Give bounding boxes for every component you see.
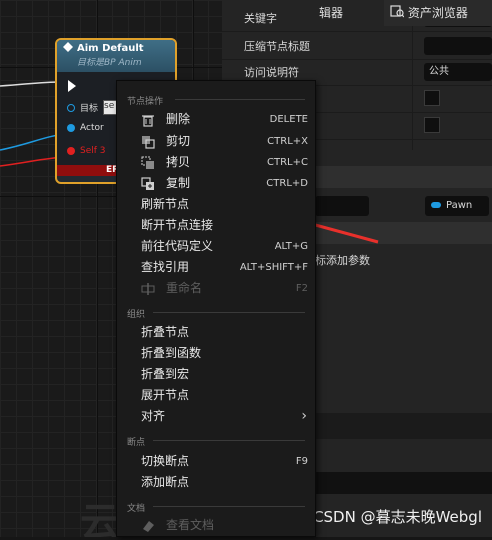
section-organize: 组织	[127, 310, 146, 320]
duplicate-icon	[141, 177, 155, 191]
tab-asset-browser-label: 资产浏览器	[407, 6, 468, 20]
menu-item-align[interactable]: 对齐 ›	[117, 406, 315, 427]
menu-item-shortcut: CTRL+C	[267, 157, 308, 168]
copy-icon	[141, 156, 155, 170]
menu-item-find-references[interactable]: 查找引用 ALT+SHIFT+F	[117, 257, 315, 278]
watermark-text: CSDN @暮志未晚Webgl	[313, 508, 482, 526]
menu-item-shortcut: F2	[295, 283, 308, 294]
menu-item-add-breakpoint[interactable]: 添加断点	[117, 472, 315, 493]
menu-item-label: 重命名	[166, 281, 203, 295]
menu-item-expand-node[interactable]: 展开节点	[117, 385, 315, 406]
option-checkbox[interactable]	[424, 90, 440, 106]
compact-title-label: 压缩节点标题	[244, 40, 310, 53]
menu-item-delete[interactable]: 删除 DELETE	[117, 109, 315, 130]
menu-item-label: 删除	[166, 112, 191, 126]
option-checkbox[interactable]	[424, 117, 440, 133]
menu-item-shortcut: ALT+SHIFT+F	[239, 262, 308, 273]
target-pin[interactable]: 目标 se	[67, 100, 124, 115]
actor-pin-icon	[67, 124, 75, 132]
node-header[interactable]: Aim Default 目标是BP Anim	[57, 40, 175, 72]
chevron-right-icon: ›	[301, 408, 307, 424]
asset-browser-icon	[390, 1, 405, 27]
menu-item-label: 查看文档	[166, 518, 215, 532]
context-menu: 节点操作 删除 DELETE 剪切 CTRL+X 拷贝 CTRL+C 复制 CT…	[116, 80, 316, 537]
menu-item-label: 添加断点	[141, 475, 190, 489]
exec-input-pin[interactable]	[68, 80, 76, 92]
rename-icon	[141, 282, 155, 296]
menu-item-duplicate[interactable]: 复制 CTRL+D	[117, 173, 315, 194]
lower-toolbar	[315, 472, 492, 494]
access-dropdown[interactable]: 公共	[424, 63, 492, 81]
node-title: Aim Default	[77, 43, 144, 54]
param-type-dropdown[interactable]: Pawn	[425, 196, 489, 216]
menu-item-label: 断开节点连接	[141, 218, 214, 232]
menu-item-shortcut: ALT+G	[274, 241, 308, 252]
menu-item-label: 折叠到函数	[141, 346, 202, 360]
menu-item-cut[interactable]: 剪切 CTRL+X	[117, 131, 315, 152]
access-label: 访问说明符	[244, 66, 299, 79]
cut-icon	[141, 135, 155, 149]
object-type-icon	[431, 202, 441, 208]
tab-editor[interactable]: 辑器	[315, 0, 343, 26]
actor-pin-label: Actor	[80, 123, 104, 133]
menu-item-label: 折叠节点	[141, 325, 190, 339]
menu-item-shortcut: DELETE	[269, 114, 308, 125]
self-pin[interactable]: Self 3	[67, 146, 106, 156]
menu-item-label: 刷新节点	[141, 197, 190, 211]
menu-item-label: 查找引用	[141, 260, 190, 274]
menu-item-shortcut: CTRL+X	[267, 136, 308, 147]
menu-item-shortcut: F9	[295, 456, 308, 467]
section-node-ops: 节点操作	[127, 97, 164, 107]
self-pin-icon	[67, 147, 75, 155]
section-breakpoints: 断点	[127, 438, 146, 448]
menu-item-shortcut: CTRL+D	[266, 178, 308, 189]
details-row-compact-title: 压缩节点标题	[222, 31, 492, 60]
node-subtitle: 目标是BP Anim	[77, 58, 142, 68]
menu-item-toggle-breakpoint[interactable]: 切换断点 F9	[117, 451, 315, 472]
menu-item-label: 前往代码定义	[141, 239, 214, 253]
menu-item-label: 拷贝	[166, 155, 191, 169]
compact-title-field[interactable]	[424, 37, 492, 55]
menu-item-rename[interactable]: 重命名 F2	[117, 278, 315, 299]
menu-item-collapse-to-function[interactable]: 折叠到函数	[117, 343, 315, 364]
menu-item-label: 切换断点	[141, 454, 190, 468]
target-pin-label: 目标	[80, 104, 99, 114]
section-divider	[153, 440, 305, 441]
menu-item-copy[interactable]: 拷贝 CTRL+C	[117, 152, 315, 173]
section-divider	[153, 312, 305, 313]
self-pin-label: Self 3	[80, 146, 106, 156]
menu-item-collapse-nodes[interactable]: 折叠节点	[117, 322, 315, 343]
menu-item-view-docs[interactable]: 查看文档	[117, 515, 315, 536]
menu-item-collapse-to-macro[interactable]: 折叠到宏	[117, 364, 315, 385]
function-icon	[63, 42, 73, 55]
target-pin-icon	[67, 103, 75, 112]
menu-item-label: 复制	[166, 176, 191, 190]
menu-item-label: 对齐	[141, 409, 166, 423]
trash-icon	[141, 113, 155, 127]
book-icon	[141, 519, 155, 533]
section-divider	[153, 506, 305, 507]
bottom-tab-bar	[315, 413, 492, 439]
menu-item-goto-definition[interactable]: 前往代码定义 ALT+G	[117, 236, 315, 257]
tab-asset-browser[interactable]: 资产浏览器	[384, 0, 492, 26]
menu-item-label: 折叠到宏	[141, 367, 190, 381]
keywords-label: 关键字	[244, 12, 277, 25]
menu-item-break-links[interactable]: 断开节点连接	[117, 215, 315, 236]
param-type-label: Pawn	[446, 200, 473, 211]
menu-item-label: 剪切	[166, 134, 191, 148]
menu-item-label: 展开节点	[141, 388, 190, 402]
actor-pin[interactable]: Actor	[67, 123, 104, 133]
section-divider	[175, 99, 305, 100]
menu-item-refresh-nodes[interactable]: 刷新节点	[117, 194, 315, 215]
section-docs: 文档	[127, 504, 146, 514]
